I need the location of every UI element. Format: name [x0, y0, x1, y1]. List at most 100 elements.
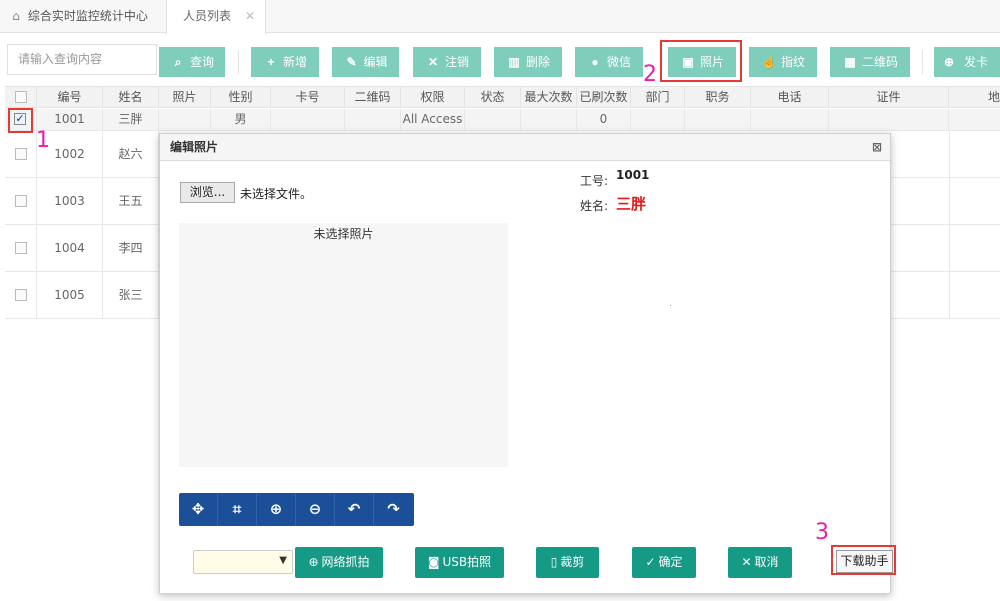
book-icon: ▯ [550, 555, 558, 569]
zoom-in-icon[interactable]: ⊕ [257, 493, 296, 526]
search-input[interactable]: 请输入查询内容 [7, 44, 157, 75]
col-header: 证件 [829, 87, 949, 108]
wechat-button[interactable]: ● 微信 [575, 47, 643, 77]
row-checkbox-cell [5, 131, 37, 178]
tab-monitor-center[interactable]: ⌂ 综合实时监控统计中心 [8, 0, 162, 33]
issue-card-button[interactable]: ⊕ 发卡 [934, 47, 1000, 77]
cell-id: 1003 [37, 178, 103, 225]
tab-label: 人员列表 [183, 9, 232, 23]
col-header: 照片 [159, 87, 211, 108]
select-all-checkbox[interactable] [15, 91, 27, 103]
check-icon: ✓ [645, 555, 656, 569]
dialog-header: 编辑照片 ⊠ [160, 134, 890, 161]
cell-photo [159, 109, 211, 130]
divider [922, 50, 923, 74]
employee-id-value: 1001 [616, 168, 650, 182]
cell-address [949, 131, 1000, 178]
tab-close-icon[interactable]: ✕ [245, 0, 255, 32]
highlight-photo-button [660, 40, 742, 82]
pencil-icon: ✎ [346, 55, 357, 69]
row-checkbox[interactable] [15, 148, 27, 160]
crop-icon[interactable]: ⌗ [218, 493, 257, 526]
cell-qrcode [345, 109, 401, 130]
cell-id: 1002 [37, 131, 103, 178]
cell-address [949, 178, 1000, 225]
col-header: 状态 [465, 87, 521, 108]
image-edit-toolbar: ✥ ⌗ ⊕ ⊖ ↶ ↷ [179, 493, 414, 526]
undo-icon[interactable]: ↶ [335, 493, 374, 526]
row-checkbox[interactable] [15, 242, 27, 254]
row-checkbox-cell [5, 272, 37, 319]
employee-id-label: 工号: [580, 174, 609, 188]
col-header: 电话 [751, 87, 829, 108]
cell-max-count [521, 109, 577, 130]
delete-button[interactable]: ▥ 删除 [494, 47, 562, 77]
cell-name: 王五 [103, 178, 159, 225]
move-icon[interactable]: ✥ [179, 493, 218, 526]
col-header: 性别 [211, 87, 271, 108]
zoom-out-icon[interactable]: ⊖ [296, 493, 335, 526]
globe-icon: ⊕ [308, 555, 319, 569]
cell-id: 1001 [37, 109, 103, 130]
col-header: 卡号 [271, 87, 345, 108]
col-header: 部门 [631, 87, 685, 108]
cell-id: 1004 [37, 225, 103, 272]
header-checkbox-cell [5, 87, 37, 108]
cell-address [949, 272, 1000, 319]
employee-name-label: 姓名: [580, 199, 609, 213]
no-photo-text: 未选择照片 [313, 227, 374, 241]
cell-address [949, 225, 1000, 272]
col-header: 编号 [37, 87, 103, 108]
cell-name: 三胖 [103, 109, 159, 130]
browse-file-button[interactable]: 浏览... [180, 182, 235, 203]
highlight-download-button [831, 545, 896, 575]
table-row[interactable]: ✓ 1001 三胖 男 All Access 0 [5, 109, 1000, 131]
plus-circle-icon: ⊕ [944, 55, 955, 69]
add-button[interactable]: + 新增 [251, 47, 319, 77]
row-checkbox[interactable] [15, 289, 27, 301]
marker-2: 2 [643, 62, 657, 87]
edit-photo-dialog: 编辑照片 ⊠ 浏览... 未选择文件。 未选择照片 工号: 1001 姓名: 三… [159, 133, 893, 594]
photo-preview-area: 未选择照片 [179, 223, 508, 467]
cell-dept [631, 109, 685, 130]
col-header: 二维码 [345, 87, 401, 108]
crop-button[interactable]: ▯ 裁剪 [536, 547, 599, 578]
col-header: 最大次数 [521, 87, 577, 108]
wechat-icon: ● [591, 55, 599, 69]
fingerprint-button[interactable]: ☝ 指纹 [749, 47, 817, 77]
employee-name-value: 三胖 [616, 195, 647, 213]
cell-status [465, 109, 521, 130]
page: ⌂ 综合实时监控统计中心 人员列表 ✕ 请输入查询内容 ⌕ 查询 + 新增 ✎ 编辑 … [0, 0, 1000, 601]
web-capture-button[interactable]: ⊕ 网络抓拍 [295, 547, 383, 578]
qrcode-button[interactable]: ▦ 二维码 [830, 47, 910, 77]
cropper-placeholder-dot [670, 305, 671, 306]
cell-phone [751, 109, 829, 130]
close-icon: ✕ [427, 55, 439, 69]
query-button[interactable]: ⌕ 查询 [159, 47, 225, 77]
tab-personnel-list[interactable]: 人员列表 ✕ [166, 0, 266, 34]
cell-document [829, 109, 949, 130]
confirm-button[interactable]: ✓ 确定 [632, 547, 696, 578]
marker-3: 3 [815, 520, 829, 545]
camera-select[interactable]: ▼ [193, 550, 293, 574]
table-header: 编号 姓名 照片 性别 卡号 二维码 权限 状态 最大次数 已刷次数 部门 职务… [5, 86, 1000, 108]
thumb-icon: ☝ [761, 55, 777, 69]
cancel-button[interactable]: ✕ 取消 [728, 547, 792, 578]
no-file-text: 未选择文件。 [240, 187, 313, 201]
dialog-title: 编辑照片 [170, 140, 219, 154]
deregister-button[interactable]: ✕ 注销 [413, 47, 481, 77]
cell-name: 李四 [103, 225, 159, 272]
cell-card [271, 109, 345, 130]
col-header: 权限 [401, 87, 465, 108]
usb-capture-button[interactable]: ◙ USB拍照 [415, 547, 504, 578]
edit-button[interactable]: ✎ 编辑 [332, 47, 399, 77]
home-icon: ⌂ [12, 9, 20, 23]
search-icon: ⌕ [174, 55, 182, 69]
col-header: 地 [987, 90, 1000, 104]
redo-icon[interactable]: ↷ [374, 493, 413, 526]
cell-used-count: 0 [577, 109, 631, 130]
col-header: 已刷次数 [577, 87, 631, 108]
dialog-close-icon[interactable]: ⊠ [872, 134, 882, 161]
row-checkbox[interactable] [15, 195, 27, 207]
tab-label: 综合实时监控统计中心 [27, 9, 148, 23]
